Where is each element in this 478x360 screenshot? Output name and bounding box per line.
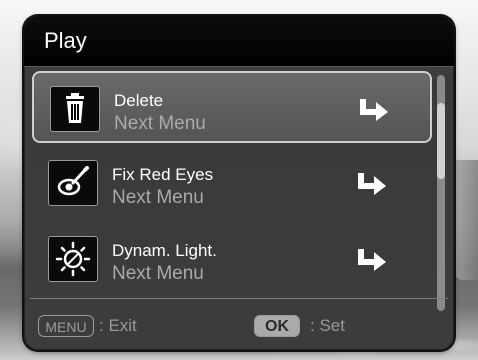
title-bar: Play bbox=[24, 16, 454, 67]
menu-item-fix-red-eyes[interactable]: Fix Red Eyes Next Menu bbox=[32, 147, 432, 219]
dynamic-light-icon bbox=[48, 236, 98, 282]
footer-divider bbox=[30, 298, 448, 299]
enter-arrow-icon bbox=[358, 249, 386, 271]
menu-item-label: Fix Red Eyes bbox=[112, 165, 214, 184]
menu-key[interactable]: MENU bbox=[38, 315, 94, 337]
scrollbar-thumb[interactable] bbox=[437, 103, 445, 179]
menu-item-label: Delete bbox=[114, 91, 164, 110]
menu-list: Delete Next Menu Fix Red Eyes Next Menu bbox=[32, 71, 437, 311]
menu-item-sublabel: Next Menu bbox=[112, 187, 204, 208]
enter-arrow-icon bbox=[360, 99, 388, 121]
enter-arrow-icon bbox=[358, 173, 386, 195]
page-title: Play bbox=[44, 28, 87, 53]
red-eye-fix-icon bbox=[48, 160, 98, 206]
menu-item-sublabel: Next Menu bbox=[114, 113, 206, 134]
set-hint: : Set bbox=[310, 316, 345, 335]
play-menu-panel: Play Delete Next Menu Fix Red Eyes Next … bbox=[24, 16, 454, 350]
menu-item-sublabel: Next Menu bbox=[112, 263, 204, 284]
ok-key[interactable]: OK bbox=[254, 315, 300, 337]
menu-item-label: Dynam. Light. bbox=[112, 241, 217, 260]
menu-item-dynamic-light[interactable]: Dynam. Light. Next Menu bbox=[32, 223, 432, 295]
exit-hint: : Exit bbox=[99, 316, 137, 335]
scrollbar[interactable] bbox=[437, 75, 445, 311]
menu-item-delete[interactable]: Delete Next Menu bbox=[32, 71, 432, 143]
trash-icon bbox=[50, 86, 100, 132]
